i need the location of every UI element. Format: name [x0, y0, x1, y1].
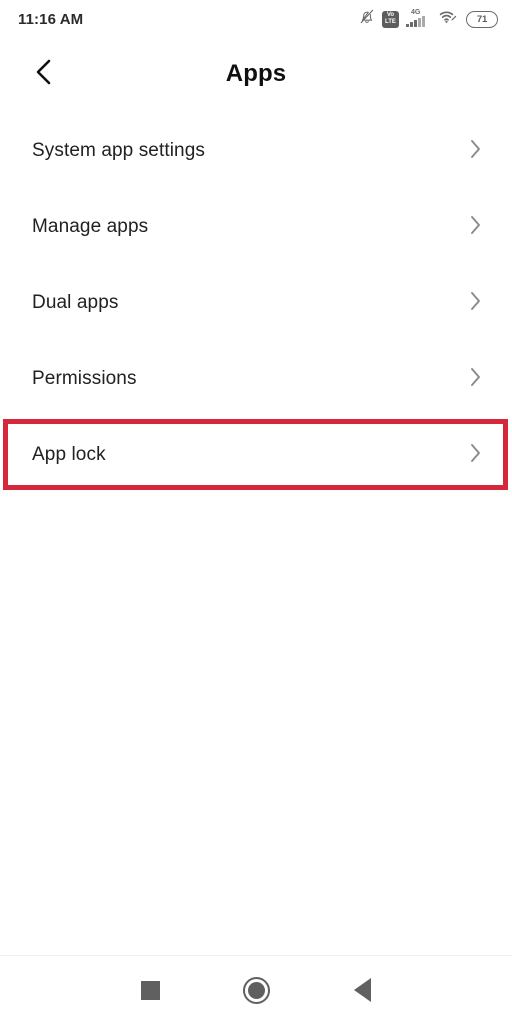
list-item-label: System app settings	[32, 140, 205, 161]
triangle-left-icon	[353, 978, 371, 1002]
chevron-right-icon	[468, 290, 482, 317]
battery-level-label: 71	[476, 13, 488, 25]
app-bar: Apps	[0, 38, 512, 110]
chevron-right-icon	[468, 366, 482, 393]
recents-button[interactable]	[97, 956, 203, 1025]
volte-line-2: LTE	[385, 19, 396, 25]
chevron-right-icon	[468, 138, 482, 165]
list-item-app-lock[interactable]: App lock	[0, 417, 512, 493]
navigation-bar	[0, 955, 512, 1024]
list-item-permissions[interactable]: Permissions	[0, 341, 512, 417]
list-item-system-app-settings[interactable]: System app settings	[0, 113, 512, 189]
volte-icon: Vo LTE	[382, 10, 399, 28]
settings-list: System app settings Manage apps Dual app…	[0, 113, 512, 493]
signal-bars	[406, 16, 425, 27]
square-icon	[140, 980, 160, 1000]
bell-muted-icon	[359, 8, 375, 30]
page-title: Apps	[225, 60, 287, 87]
list-item-manage-apps[interactable]: Manage apps	[0, 189, 512, 265]
volte-line-1: Vo	[386, 12, 395, 18]
status-bar: 11:16 AM Vo LTE 4G 71	[0, 0, 512, 38]
chevron-right-icon	[468, 214, 482, 241]
network-type-label: 4G	[411, 9, 421, 16]
battery-icon: 71	[466, 10, 498, 28]
cellular-signal-icon: 4G	[406, 9, 432, 28]
circle-icon	[242, 976, 270, 1004]
status-bar-icons: Vo LTE 4G 71	[359, 8, 498, 30]
chevron-right-icon	[468, 442, 482, 469]
back-button[interactable]	[309, 956, 415, 1025]
wifi-icon	[439, 9, 459, 30]
list-item-label: Manage apps	[32, 216, 149, 237]
status-bar-time: 11:16 AM	[18, 10, 84, 28]
list-item-dual-apps[interactable]: Dual apps	[0, 265, 512, 341]
home-button[interactable]	[203, 956, 309, 1025]
list-item-label: App lock	[32, 444, 106, 465]
list-item-label: Dual apps	[32, 292, 119, 313]
list-item-label: Permissions	[32, 368, 137, 389]
